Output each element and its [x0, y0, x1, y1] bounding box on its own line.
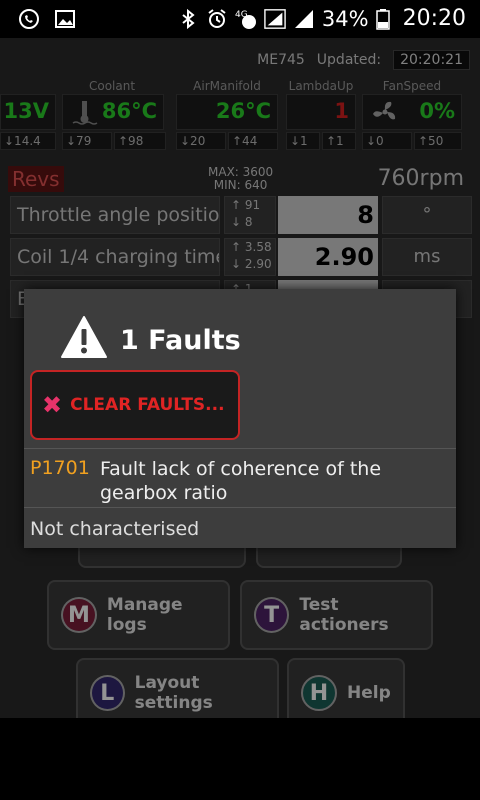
- 4g-data-icon: 4G: [235, 10, 256, 29]
- fault-note: Not characterised: [30, 518, 200, 540]
- clear-faults-button[interactable]: ✖ CLEAR FAULTS...: [30, 370, 240, 440]
- signal-icon: [264, 8, 286, 29]
- fault-code: P1701: [30, 457, 90, 479]
- battery-icon: [375, 8, 390, 30]
- close-icon: ✖: [42, 391, 63, 419]
- fault-description: Fault lack of coherence of the gearbox r…: [100, 458, 382, 504]
- dialog-title: 1 Faults: [120, 325, 241, 356]
- clear-faults-label: CLEAR FAULTS...: [70, 395, 225, 415]
- clock: 20:20: [402, 6, 466, 31]
- dialog-header: 1 Faults: [24, 289, 456, 367]
- warning-icon: [61, 316, 107, 358]
- faults-dialog: 1 Faults ✖ CLEAR FAULTS... P1701 Fault l…: [24, 289, 456, 548]
- image-icon: [55, 10, 75, 28]
- fault-item[interactable]: P1701 Fault lack of coherence of the gea…: [24, 448, 456, 508]
- whatsapp-icon: [19, 9, 39, 29]
- signal-icon: [294, 9, 313, 28]
- bluetooth-icon: [182, 8, 195, 29]
- alarm-icon: [208, 8, 226, 28]
- battery-percent: 34%: [321, 6, 369, 31]
- bottom-area: [0, 718, 480, 800]
- status-bar: 4G 34% 20:20: [0, 0, 480, 38]
